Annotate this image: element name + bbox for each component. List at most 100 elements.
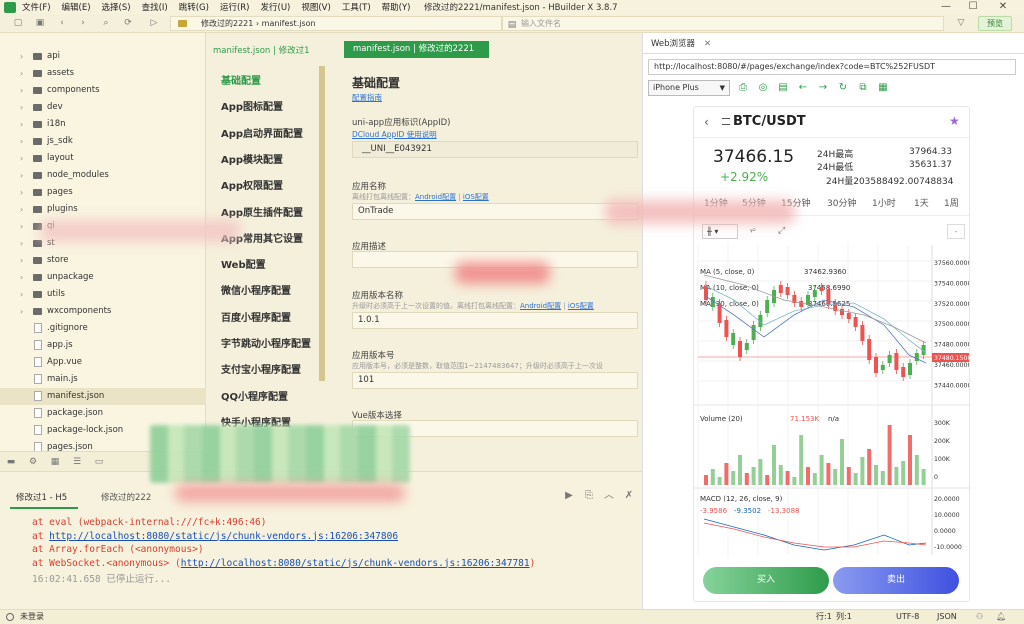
manifest-nav-item[interactable]: App权限配置 (221, 177, 283, 192)
manifest-nav-item[interactable]: QQ小程序配置 (221, 388, 288, 403)
run-console-icon[interactable]: ▶ (563, 490, 575, 502)
nav-scrollbar[interactable] (319, 66, 325, 381)
app-name-field[interactable]: OnTrade (352, 203, 638, 220)
breadcrumb-file[interactable]: manifest.json (262, 19, 316, 28)
chevron-right-icon[interactable]: › (20, 82, 23, 99)
android-config-link-2[interactable]: Android配置 (520, 302, 561, 310)
chevron-right-icon[interactable]: › (20, 201, 23, 218)
project-manager-icon[interactable]: ▬ (5, 456, 17, 468)
chevron-right-icon[interactable]: › (20, 252, 23, 269)
android-config-link[interactable]: Android配置 (415, 193, 456, 201)
run-icon[interactable]: ▷ (148, 17, 160, 29)
browser-tab[interactable]: Web浏览器 ✕ (644, 35, 720, 53)
mobile-icon[interactable]: ▭ (93, 456, 105, 468)
menu-goto[interactable]: 跳转(G) (179, 1, 209, 13)
plugin-icon[interactable]: ⚙ (27, 456, 39, 468)
folder-item[interactable]: › components (0, 82, 206, 99)
config-guide-link[interactable]: 配置指南 (352, 92, 382, 103)
chevron-right-icon[interactable]: › (20, 184, 23, 201)
folder-item[interactable]: › assets (0, 65, 206, 82)
file-item[interactable]: main.js (0, 371, 206, 388)
menu-find[interactable]: 查找(I) (142, 1, 168, 13)
menu-run[interactable]: 运行(R) (220, 1, 250, 13)
folder-item[interactable]: › pages (0, 184, 206, 201)
menu-edit[interactable]: 编辑(E) (62, 1, 91, 13)
menu-publish[interactable]: 发行(U) (261, 1, 291, 13)
interval-tab[interactable]: 1周 (944, 196, 959, 209)
browser-url-input[interactable]: http://localhost:8080/#/pages/exchange/i… (648, 59, 1016, 75)
breadcrumb-project[interactable]: 修改过的2221 (201, 19, 253, 28)
save-icon[interactable]: ▣ (34, 17, 46, 29)
version-code-field[interactable]: 101 (352, 372, 638, 389)
maximize-icon[interactable]: ☐ (962, 0, 984, 14)
kline-chart[interactable]: MA (5, close, 0) 37462.9360 MA (10, close,… (694, 245, 970, 555)
manifest-nav-item[interactable]: App启动界面配置 (221, 125, 303, 140)
manifest-nav-item[interactable]: App原生插件配置 (221, 204, 303, 219)
folder-item[interactable]: › wxcomponents (0, 303, 206, 320)
chevron-right-icon[interactable]: › (20, 235, 23, 252)
open-file-icon[interactable]: ⎘ (583, 490, 595, 502)
chevron-right-icon[interactable]: › (20, 303, 23, 320)
clear-console-icon[interactable]: ✗ (623, 490, 635, 502)
chevron-right-icon[interactable]: › (20, 286, 23, 303)
editor-tab-inactive[interactable]: manifest.json | 修改过1 (213, 44, 309, 56)
sell-button[interactable]: 卖出 (833, 567, 959, 594)
fullscreen-icon[interactable]: ⤢ (778, 226, 785, 236)
folder-item[interactable]: › store (0, 252, 206, 269)
back-arrow-icon[interactable]: ‹ (704, 115, 709, 129)
console-icon[interactable]: ▤ (777, 82, 789, 94)
manifest-nav-item[interactable]: App图标配置 (221, 98, 283, 113)
reload-icon[interactable]: ⟳ (122, 17, 134, 29)
folder-item[interactable]: › i18n (0, 116, 206, 133)
folder-item[interactable]: › api (0, 48, 206, 65)
menu-view[interactable]: 视图(V) (301, 1, 330, 13)
minimize-icon[interactable]: — (935, 0, 957, 14)
manifest-nav-item[interactable]: 基础配置 (221, 72, 261, 87)
menu-tools[interactable]: 工具(T) (342, 1, 371, 13)
console-tab-inactive[interactable]: 修改过的222 (101, 491, 151, 503)
interval-tab[interactable]: 30分钟 (827, 196, 856, 209)
language-mode[interactable]: JSON (937, 610, 957, 624)
version-name-field[interactable]: 1.0.1 (352, 312, 638, 329)
file-item[interactable]: App.vue (0, 354, 206, 371)
menu-file[interactable]: 文件(F) (22, 1, 51, 13)
nav-back-icon[interactable]: ← (797, 82, 809, 94)
screenshot-icon[interactable]: ⎙ (737, 82, 749, 94)
back-icon[interactable]: ‹ (56, 17, 68, 29)
chart-settings-button[interactable]: - (947, 224, 965, 239)
outline-icon[interactable]: ☰ (71, 456, 83, 468)
bell-icon[interactable]: 🔔︎ (996, 610, 1006, 624)
file-search-input[interactable]: 输入文件名 (502, 16, 944, 31)
chevron-right-icon[interactable]: › (20, 65, 23, 82)
menu-icon[interactable] (722, 118, 730, 125)
chevron-right-icon[interactable]: › (20, 218, 23, 235)
console-link[interactable]: http://localhost:8080/static/js/chunk-ve… (49, 531, 398, 542)
close-icon[interactable]: ✕ (992, 0, 1014, 14)
manifest-nav-item[interactable]: 支付宝小程序配置 (221, 361, 301, 376)
menu-select[interactable]: 选择(S) (102, 1, 131, 13)
ios-config-link[interactable]: iOS配置 (463, 193, 489, 201)
search-icon[interactable]: ⌕ (100, 17, 112, 29)
folder-item[interactable]: › dev (0, 99, 206, 116)
folder-item[interactable]: › plugins (0, 201, 206, 218)
file-item[interactable]: .gitignore (0, 320, 206, 337)
editor-tab-active[interactable]: manifest.json | 修改过的2221 (344, 41, 489, 58)
filter-icon[interactable]: ▽ (955, 17, 967, 29)
breadcrumb[interactable]: 修改过的2221 › manifest.json (170, 16, 502, 31)
folder-item[interactable]: › node_modules (0, 167, 206, 184)
chevron-right-icon[interactable]: › (20, 116, 23, 133)
indicator-icon[interactable]: ⩫ (749, 226, 757, 236)
appid-help-link[interactable]: DCloud AppID 使用说明 (352, 129, 437, 140)
file-item[interactable]: package.json (0, 405, 206, 422)
folder-item[interactable]: › unpackage (0, 269, 206, 286)
collapse-icon[interactable]: ︿ (603, 490, 615, 502)
open-external-icon[interactable]: ⧉ (857, 82, 869, 94)
chevron-right-icon[interactable]: › (20, 99, 23, 116)
favorite-star-icon[interactable]: ★ (949, 114, 960, 128)
manifest-nav-item[interactable]: 微信小程序配置 (221, 282, 291, 297)
qrcode-icon[interactable]: ▦ (877, 82, 889, 94)
interval-tab[interactable]: 1小时 (872, 196, 896, 209)
forward-icon[interactable]: › (77, 17, 89, 29)
new-file-icon[interactable]: ▢ (12, 17, 24, 29)
interval-tab[interactable]: 1天 (914, 196, 929, 209)
